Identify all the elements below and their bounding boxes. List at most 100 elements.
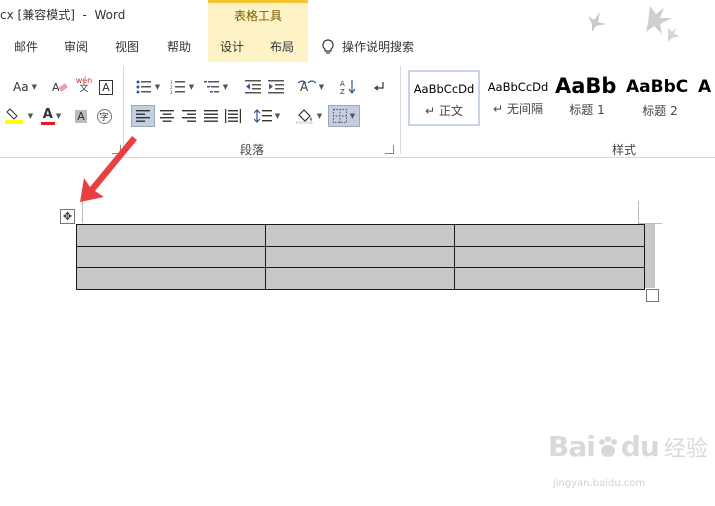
table-cell[interactable] <box>76 245 266 268</box>
style-heading-2[interactable]: AaBbC 标题 2 <box>624 70 696 126</box>
show-marks-button[interactable] <box>369 76 389 98</box>
table-row <box>76 267 645 290</box>
justify-icon <box>204 110 218 122</box>
style-title[interactable]: A <box>698 70 715 126</box>
change-case-button[interactable]: Aa ▼ <box>8 76 42 98</box>
paint-bucket-icon <box>295 109 313 124</box>
align-right-icon <box>182 110 196 122</box>
align-right-button[interactable] <box>179 105 199 127</box>
style-no-spacing-sample: AaBbCcDd <box>487 80 549 94</box>
style-normal-sample: AaBbCcDd <box>413 82 475 96</box>
table-cell[interactable] <box>264 267 456 290</box>
font-color-label: A <box>42 107 53 122</box>
watermark-url: jingyan.baidu.com <box>553 478 646 489</box>
styles-group-label: 样式 <box>612 143 637 157</box>
clear-formatting-button[interactable]: A <box>50 76 70 98</box>
ribbon-divider <box>123 66 124 154</box>
increase-indent-icon <box>268 80 284 94</box>
align-left-icon <box>136 110 150 122</box>
increase-indent-button[interactable] <box>266 76 286 98</box>
enclose-characters-button[interactable]: 字 <box>94 105 114 127</box>
align-center-button[interactable] <box>157 105 177 127</box>
style-heading-1[interactable]: AaBb 标题 1 <box>552 70 622 126</box>
title-bar: cx [兼容模式] - Word 表格工具 <box>0 0 715 62</box>
align-left-button[interactable] <box>131 105 155 127</box>
chinese-layout-icon: A <box>297 80 316 94</box>
justify-button[interactable] <box>201 105 221 127</box>
watermark-logo: Bai <box>548 430 596 463</box>
phonetic-guide-button[interactable]: wén 文 <box>74 74 94 96</box>
ribbon: Aa ▼ A wén 文 A ▼ A ▼ A 字 ▼ 1 2 3 ▼ ▼ A ▼… <box>0 62 715 158</box>
margin-mark <box>638 201 639 223</box>
margin-mark <box>82 201 83 223</box>
baidu-watermark: Bai du 经验 <box>548 430 708 463</box>
numbering-icon: 1 2 3 <box>170 80 185 94</box>
table-cell[interactable] <box>264 224 456 247</box>
distributed-button[interactable] <box>223 105 243 127</box>
style-heading-1-sample: AaBb <box>555 74 617 98</box>
table-row <box>76 224 645 247</box>
watermark-cn: 经验 <box>663 437 708 462</box>
paragraph-dialog-launcher[interactable] <box>385 145 394 154</box>
character-border-label: A <box>99 79 113 95</box>
tab-layout[interactable]: 布局 <box>270 38 294 55</box>
table-move-handle[interactable]: ✥ <box>60 209 75 224</box>
decrease-indent-button[interactable] <box>243 76 263 98</box>
tell-me-search[interactable]: 操作说明搜索 <box>322 38 414 55</box>
line-spacing-icon <box>253 109 272 123</box>
ribbon-divider <box>400 66 401 154</box>
window-title: cx [兼容模式] - Word <box>0 8 126 22</box>
font-dialog-launcher[interactable] <box>112 145 121 154</box>
lightbulb-icon <box>322 38 334 54</box>
style-no-spacing[interactable]: AaBbCcDd ↵ 无间隔 <box>482 70 554 126</box>
svg-text:A: A <box>340 80 345 88</box>
highlight-color-button[interactable]: ▼ <box>4 105 34 127</box>
tell-me-label: 操作说明搜索 <box>342 40 415 54</box>
table-cell[interactable] <box>454 267 645 290</box>
tab-review[interactable]: 审阅 <box>64 38 88 55</box>
table-cell[interactable] <box>454 224 645 247</box>
multilevel-list-button[interactable]: ▼ <box>201 76 231 98</box>
font-color-swatch <box>40 122 55 125</box>
borders-button[interactable]: ▼ <box>328 105 360 127</box>
table-cell[interactable] <box>454 245 645 268</box>
style-no-spacing-name: ↵ 无间隔 <box>493 100 543 117</box>
table-resize-handle[interactable] <box>646 289 659 302</box>
table-cell[interactable] <box>264 245 456 268</box>
style-title-sample: A <box>698 77 712 97</box>
chinese-layout-button[interactable]: A ▼ <box>296 76 326 98</box>
tab-help[interactable]: 帮助 <box>167 38 191 55</box>
style-no-spacing-label: 无间隔 <box>506 102 543 116</box>
highlighter-icon <box>4 108 23 124</box>
table-cell[interactable] <box>76 267 266 290</box>
character-shading-button[interactable]: A <box>72 105 90 127</box>
paragraph-mark-icon <box>373 82 384 91</box>
font-color-button[interactable]: A ▼ <box>38 105 66 127</box>
shading-button[interactable]: ▼ <box>294 105 324 127</box>
style-normal[interactable]: AaBbCcDd ↵ 正文 <box>408 70 480 126</box>
paw-icon <box>598 436 617 457</box>
style-heading-2-name: 标题 2 <box>642 104 678 118</box>
style-normal-label: 正文 <box>438 104 463 118</box>
style-no-spacing-prefix: ↵ <box>493 102 504 116</box>
line-spacing-button[interactable]: ▼ <box>251 105 283 127</box>
eraser-icon: A <box>52 81 68 94</box>
numbering-button[interactable]: 1 2 3 ▼ <box>167 76 197 98</box>
borders-icon <box>332 109 347 123</box>
svg-text:Z: Z <box>340 88 345 95</box>
tab-view[interactable]: 视图 <box>115 38 139 55</box>
tab-design[interactable]: 设计 <box>220 38 244 55</box>
svg-text:3: 3 <box>170 90 173 94</box>
decrease-indent-icon <box>245 80 261 94</box>
style-normal-name: ↵ 正文 <box>425 102 463 119</box>
word-table[interactable] <box>76 224 645 290</box>
watermark-logo2: du <box>620 430 660 463</box>
character-border-button[interactable]: A <box>97 76 115 98</box>
sort-button[interactable]: A Z <box>338 76 358 98</box>
table-cell[interactable] <box>76 224 266 247</box>
style-heading-2-sample: AaBbC <box>626 77 689 97</box>
bullets-button[interactable]: ▼ <box>133 76 163 98</box>
enclose-characters-label: 字 <box>96 108 112 124</box>
tab-mailings[interactable]: 邮件 <box>14 38 38 55</box>
bullets-icon <box>136 80 151 94</box>
